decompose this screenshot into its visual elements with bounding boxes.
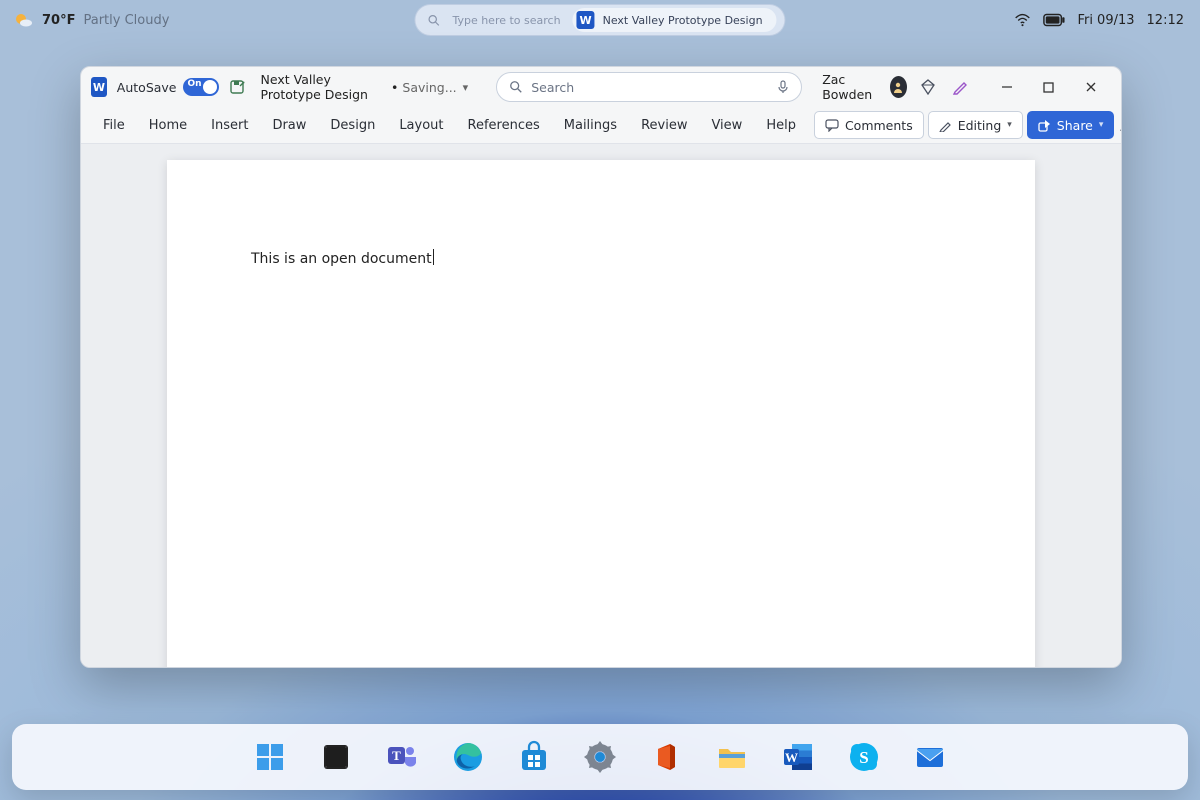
taskbar-office[interactable]: [646, 737, 686, 777]
wifi-icon[interactable]: [1014, 12, 1031, 29]
taskbar-start[interactable]: [250, 737, 290, 777]
taskbar-teams[interactable]: T: [382, 737, 422, 777]
file-explorer-icon: [715, 740, 749, 774]
comments-label: Comments: [845, 118, 913, 133]
editing-label: Editing: [958, 118, 1002, 133]
weather-widget[interactable]: 70°F Partly Cloudy: [0, 10, 169, 30]
document-page[interactable]: This is an open document: [167, 160, 1035, 667]
ribbon-tab-review[interactable]: Review: [631, 114, 697, 137]
ribbon-collapse-button[interactable]: [1118, 112, 1122, 138]
comment-icon: [825, 119, 839, 132]
chevron-down-icon: ▾: [1007, 120, 1012, 130]
maximize-button[interactable]: [1029, 73, 1069, 101]
battery-icon[interactable]: [1043, 13, 1065, 27]
taskbar-skype[interactable]: S: [844, 737, 884, 777]
text-cursor: [433, 249, 434, 265]
weather-icon: [14, 10, 34, 30]
system-time[interactable]: 12:12: [1147, 13, 1184, 28]
taskbar-mail[interactable]: [910, 737, 950, 777]
ribbon-tab-draw[interactable]: Draw: [262, 114, 316, 137]
ribbon-tab-file[interactable]: File: [93, 114, 135, 137]
user-account[interactable]: Zac Bowden: [822, 72, 907, 102]
save-button[interactable]: [229, 78, 245, 96]
active-task-label: Next Valley Prototype Design: [603, 14, 763, 27]
taskbar-word[interactable]: W: [778, 737, 818, 777]
microphone-icon[interactable]: [777, 80, 789, 94]
system-search[interactable]: Type here to search W Next Valley Protot…: [414, 4, 785, 36]
teams-icon: T: [385, 740, 419, 774]
system-date[interactable]: Fri 09/13: [1077, 13, 1134, 28]
title-search-placeholder: Search: [531, 80, 574, 95]
close-button[interactable]: [1071, 73, 1111, 101]
edge-icon: [451, 740, 485, 774]
user-name: Zac Bowden: [822, 72, 882, 102]
pen-icon[interactable]: [949, 73, 971, 101]
ribbon-tab-mailings[interactable]: Mailings: [554, 114, 627, 137]
taskbar-task-view[interactable]: [316, 737, 356, 777]
mail-icon: [913, 740, 947, 774]
system-tray: Fri 09/13 12:12: [1014, 12, 1184, 29]
taskbar-settings[interactable]: [580, 737, 620, 777]
taskbar-store[interactable]: [514, 737, 554, 777]
ribbon-tab-layout[interactable]: Layout: [389, 114, 453, 137]
svg-text:S: S: [859, 748, 868, 767]
ribbon-tab-design[interactable]: Design: [320, 114, 385, 137]
share-icon: [1038, 119, 1051, 132]
autosave-on-label: On: [188, 79, 202, 89]
autosave-toggle[interactable]: On: [183, 78, 219, 96]
system-search-placeholder: Type here to search: [452, 14, 560, 27]
document-body-text[interactable]: This is an open document: [251, 251, 432, 267]
word-icon: W: [781, 740, 815, 774]
ribbon-tab-insert[interactable]: Insert: [201, 114, 258, 137]
chevron-down-icon: ▾: [463, 81, 469, 94]
autosave-toggle-knob: [203, 80, 217, 94]
taskbar-file-explorer[interactable]: [712, 737, 752, 777]
svg-text:T: T: [392, 748, 401, 763]
task-view-icon: [319, 740, 353, 774]
editing-dropdown[interactable]: Editing ▾: [928, 111, 1023, 139]
comments-button[interactable]: Comments: [814, 111, 924, 139]
share-button[interactable]: Share ▾: [1027, 111, 1115, 139]
word-badge-icon: W: [577, 11, 595, 29]
document-title-group[interactable]: Next Valley Prototype Design • Saving...…: [261, 72, 469, 102]
user-avatar: [890, 76, 907, 98]
chevron-down-icon: ▾: [1099, 120, 1104, 130]
pencil-icon: [939, 119, 952, 132]
autosave-control[interactable]: AutoSave On: [117, 78, 219, 96]
office-icon: [649, 740, 683, 774]
ribbon: File Home Insert Draw Design Layout Refe…: [81, 107, 1121, 144]
share-label: Share: [1057, 118, 1093, 133]
minimize-button[interactable]: [987, 73, 1027, 101]
taskbar-edge[interactable]: [448, 737, 488, 777]
ribbon-tab-references[interactable]: References: [458, 114, 550, 137]
title-search[interactable]: Search: [496, 72, 802, 102]
autosave-label: AutoSave: [117, 80, 177, 95]
svg-text:W: W: [785, 750, 798, 765]
weather-condition: Partly Cloudy: [83, 13, 169, 28]
taskbar: T: [12, 724, 1188, 790]
skype-icon: S: [847, 740, 881, 774]
system-top-bar: 70°F Partly Cloudy Type here to search W…: [0, 0, 1200, 40]
start-icon: [253, 740, 287, 774]
document-status: Saving...: [402, 80, 456, 95]
system-active-task-pill[interactable]: W Next Valley Prototype Design: [573, 8, 777, 32]
window-controls: [987, 73, 1111, 101]
store-icon: [517, 740, 551, 774]
diamond-icon[interactable]: [917, 73, 939, 101]
search-icon: [509, 80, 523, 94]
settings-icon: [583, 740, 617, 774]
document-title: Next Valley Prototype Design: [261, 72, 388, 102]
title-separator: •: [391, 80, 398, 95]
word-app-icon: W: [91, 77, 107, 97]
ribbon-tab-help[interactable]: Help: [756, 114, 806, 137]
word-window: W AutoSave On Next Valley Prototype Desi…: [80, 66, 1122, 668]
search-icon: [427, 14, 440, 27]
ribbon-tab-home[interactable]: Home: [139, 114, 197, 137]
document-canvas[interactable]: This is an open document: [81, 144, 1121, 667]
weather-temp: 70°F: [42, 13, 75, 28]
word-title-bar: W AutoSave On Next Valley Prototype Desi…: [81, 67, 1121, 107]
ribbon-tab-view[interactable]: View: [701, 114, 752, 137]
